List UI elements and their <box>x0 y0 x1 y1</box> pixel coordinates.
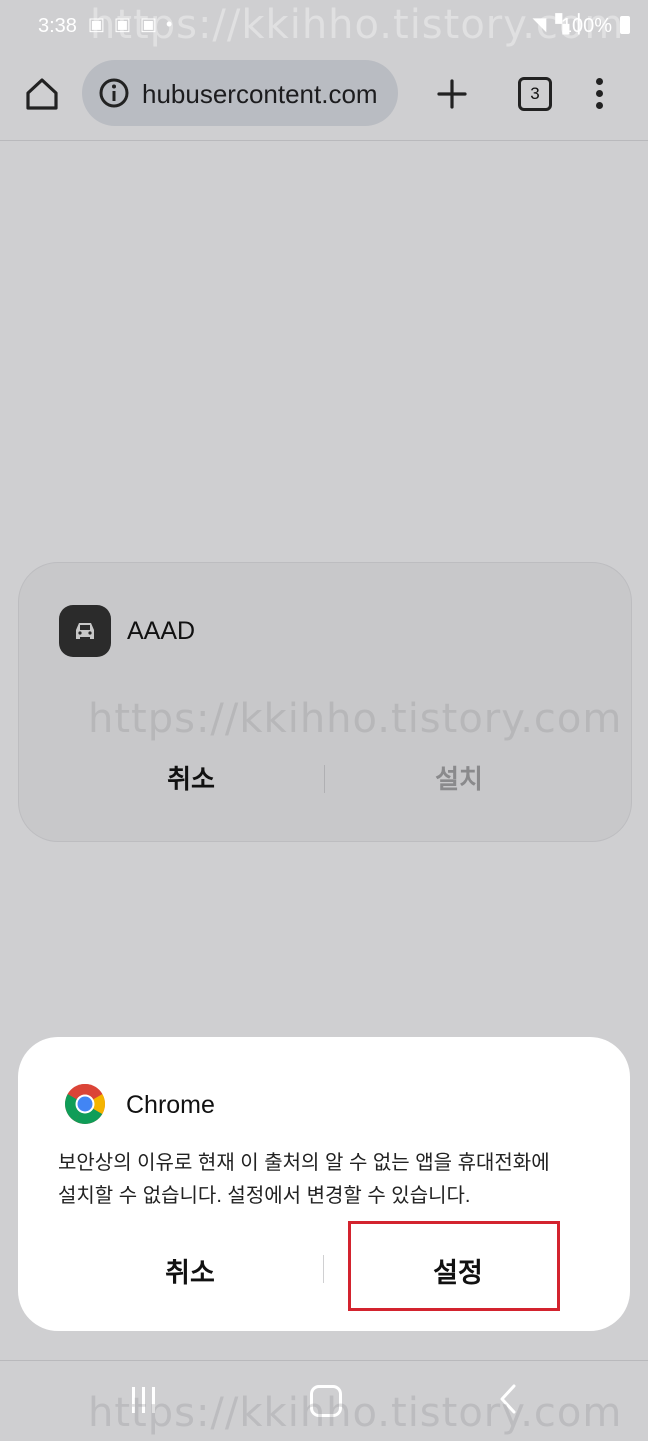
dialog-title: Chrome <box>126 1091 215 1119</box>
settings-highlight-box <box>348 1221 560 1311</box>
dialog-button-divider <box>323 1255 324 1283</box>
app-name: AAAD <box>127 617 196 645</box>
watermark-top: https://kkihho.tistory.com <box>90 2 625 48</box>
plus-icon[interactable] <box>432 74 472 114</box>
watermark-bottom: https://kkihho.tistory.com <box>88 1390 623 1436</box>
status-time: 3:38 <box>38 15 77 37</box>
dialog-message-line-2: 설치할 수 없습니다. 설정에서 변경할 수 있습니다. <box>58 1185 471 1207</box>
dialog-cancel-button[interactable]: 취소 <box>90 1251 290 1290</box>
install-button[interactable]: 설치 <box>359 759 559 796</box>
chrome-security-dialog: Chrome 보안상의 이유로 현재 이 출처의 알 수 없는 앱을 휴대전화에… <box>18 1037 630 1331</box>
dialog-message-line-1: 보안상의 이유로 현재 이 출처의 알 수 없는 앱을 휴대전화에 <box>58 1152 550 1174</box>
watermark-middle: https://kkihho.tistory.com <box>88 696 623 742</box>
home-icon[interactable] <box>22 74 62 114</box>
button-divider <box>324 765 325 793</box>
tabs-icon[interactable]: 3 <box>518 77 552 111</box>
info-icon[interactable] <box>98 77 130 109</box>
browser-toolbar: hubusercontent.com 3 <box>0 56 648 141</box>
install-card-buttons: 취소 설치 <box>19 747 631 807</box>
url-text[interactable]: hubusercontent.com <box>142 79 378 110</box>
more-vert-icon[interactable] <box>590 76 610 112</box>
car-app-icon <box>59 605 111 657</box>
address-bar[interactable]: hubusercontent.com <box>82 60 398 126</box>
chrome-logo-icon <box>65 1084 105 1124</box>
dialog-message: 보안상의 이유로 현재 이 출처의 알 수 없는 앱을 휴대전화에 설치할 수 … <box>58 1147 598 1213</box>
status-bar: 3:38 ▣ ▣ ▣ • ◥ ▚ ▏ 100% https://kkihho.t… <box>0 0 648 56</box>
install-cancel-button[interactable]: 취소 <box>91 759 291 796</box>
